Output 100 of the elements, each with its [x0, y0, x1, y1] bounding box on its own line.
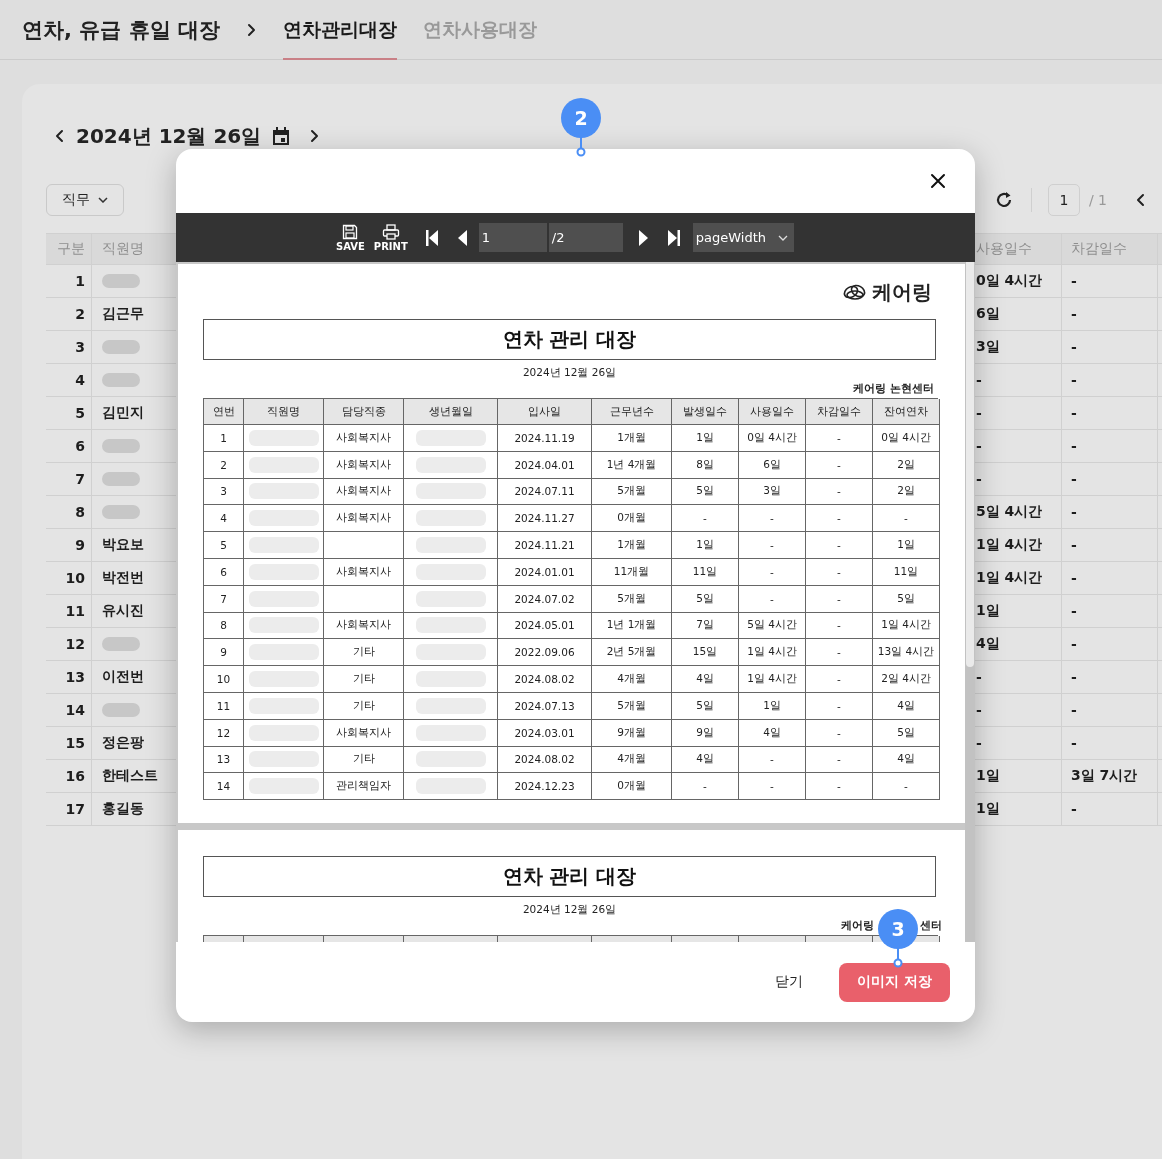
table-cell: - [739, 505, 806, 533]
table-cell: 12 [204, 719, 244, 747]
table-cell: - [1062, 727, 1158, 760]
table-cell: 사회복지사 [324, 478, 404, 506]
table-cell: 2024.07.02 [498, 585, 592, 613]
table-cell: 1 [204, 425, 244, 452]
table-cell: - [672, 773, 739, 801]
table-cell: - [806, 612, 873, 640]
table-cell: 0일 4시간 [739, 425, 806, 452]
table-cell: 5일 [873, 719, 940, 747]
page-number-field[interactable]: 1 [478, 223, 547, 252]
table-cell: - [806, 532, 873, 559]
page-number-field[interactable]: 1 [1047, 184, 1080, 216]
document-title: 연차 관리 대장 [203, 856, 936, 897]
tab[interactable]: 연차관리대장 [282, 0, 397, 60]
table-cell: - [806, 666, 873, 693]
table-cell: 13일 4시간 [873, 639, 940, 667]
table-cell: 17 [46, 793, 92, 826]
table-cell: 0일 4시간 [873, 425, 940, 452]
table-cell: 기타 [324, 692, 404, 720]
table-cell: 4개월 [592, 666, 672, 693]
table-cell: 2 [204, 451, 244, 479]
table-cell: 1년 1개월 [592, 612, 672, 640]
table-cell: 8 [204, 612, 244, 640]
table-cell: 9 [204, 639, 244, 667]
page-count-field: /2 [548, 223, 623, 252]
table-cell: - [1062, 496, 1158, 529]
table-cell: 13 [204, 746, 244, 774]
table-cell: 사회복지사 [324, 559, 404, 586]
pointer-line [893, 948, 903, 968]
first-page-icon[interactable] [424, 228, 439, 247]
scrollbar[interactable] [965, 262, 975, 942]
table-cell: - [1062, 562, 1158, 595]
next-page-icon[interactable] [636, 228, 649, 247]
column-header: 근무년수 [592, 399, 672, 425]
table-cell: 7일 [672, 612, 739, 640]
table-cell: 5일 4시간 [739, 612, 806, 640]
chevron-left-icon[interactable] [1135, 193, 1146, 207]
table-cell: 6일 [739, 451, 806, 479]
table-cell: 2024.11.21 [498, 532, 592, 559]
center-name: 케어링 논현센터 [852, 381, 935, 396]
table-cell: 2024.03.01 [498, 719, 592, 747]
table-cell: 2 [46, 298, 92, 331]
column-header: 연번 [204, 399, 244, 425]
table-cell: - [739, 532, 806, 559]
table-cell: 2일 [873, 478, 940, 506]
knot-logo-icon [842, 282, 868, 302]
chevron-down-icon [98, 197, 108, 203]
page-title: 연차, 유급 휴일 대장 [22, 16, 220, 44]
table-cell: 2일 4시간 [873, 666, 940, 693]
table-cell: - [806, 478, 873, 506]
table-cell: 10 [204, 666, 244, 693]
table-cell: 11일 [672, 559, 739, 586]
table-cell: 2024.05.01 [498, 612, 592, 640]
table-cell: - [1062, 298, 1158, 331]
table-cell: 9개월 [592, 719, 672, 747]
table-cell: - [1062, 529, 1158, 562]
table-cell: 4개월 [592, 746, 672, 774]
table-cell: 9 [46, 529, 92, 562]
table-cell: 11개월 [592, 559, 672, 586]
center-name: 센터 [920, 918, 942, 933]
table-cell: - [806, 746, 873, 774]
print-button[interactable]: PRINT [373, 223, 408, 252]
close-button[interactable]: 닫기 [771, 965, 807, 999]
table-cell: 기타 [324, 666, 404, 693]
document-date: 2024년 12월 26일 [521, 903, 618, 917]
column-header: 차감일수 [1062, 233, 1158, 265]
table-cell: 4일 [873, 746, 940, 774]
center-name: 케어링 [841, 918, 874, 933]
table-cell: - [806, 559, 873, 586]
table-cell: 16 [46, 760, 92, 793]
save-button[interactable]: SAVE [336, 223, 365, 252]
table-cell: 1일 [739, 692, 806, 720]
chevron-right-icon[interactable] [309, 129, 321, 143]
table-cell: 사회복지사 [324, 451, 404, 479]
table-cell: - [1062, 397, 1158, 430]
table-cell: 4 [204, 505, 244, 533]
chevron-left-icon[interactable] [54, 129, 65, 143]
table-cell: 5개월 [592, 585, 672, 613]
table-cell: 11일 [873, 559, 940, 586]
column-header: 잔여연차 [873, 399, 940, 425]
previous-page-icon[interactable] [456, 228, 469, 247]
column-header: 생년월일 [404, 399, 498, 425]
table-cell: - [1062, 430, 1158, 463]
zoom-select[interactable]: pageWidth [692, 223, 794, 252]
table-cell: - [806, 451, 873, 479]
table-cell: - [1062, 628, 1158, 661]
table-cell: 2024.08.02 [498, 746, 592, 774]
scrollbar-thumb[interactable] [966, 262, 974, 667]
last-page-icon[interactable] [666, 228, 681, 247]
table-cell: 1개월 [592, 532, 672, 559]
table-cell: 5 [46, 397, 92, 430]
close-icon[interactable] [930, 173, 946, 189]
filter-dropdown[interactable]: 직무 [46, 184, 124, 216]
table-cell: - [672, 505, 739, 533]
table-cell: 사회복지사 [324, 719, 404, 747]
document-title: 연차 관리 대장 [203, 319, 936, 360]
table-cell: - [1062, 793, 1158, 826]
page-total: / 1 [1088, 192, 1107, 208]
calendar-icon[interactable] [271, 126, 292, 146]
